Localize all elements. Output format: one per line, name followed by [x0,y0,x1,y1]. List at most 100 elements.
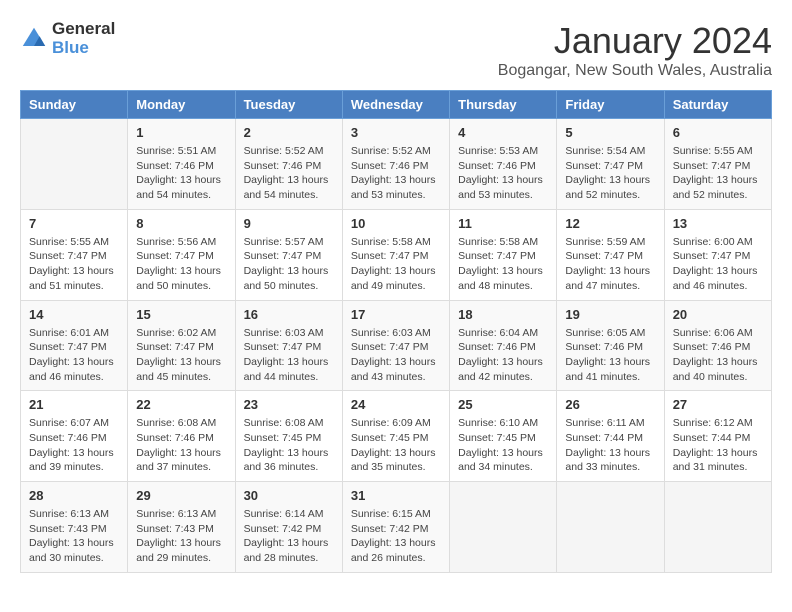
day-number: 14 [29,307,119,322]
day-of-week-header: Sunday [21,91,128,119]
calendar-cell: 14Sunrise: 6:01 AM Sunset: 7:47 PM Dayli… [21,300,128,391]
day-info: Sunrise: 6:04 AM Sunset: 7:46 PM Dayligh… [458,326,548,385]
day-number: 28 [29,488,119,503]
calendar-cell: 17Sunrise: 6:03 AM Sunset: 7:47 PM Dayli… [342,300,449,391]
day-number: 21 [29,397,119,412]
calendar-cell: 29Sunrise: 6:13 AM Sunset: 7:43 PM Dayli… [128,482,235,573]
day-info: Sunrise: 5:52 AM Sunset: 7:46 PM Dayligh… [244,144,334,203]
day-number: 30 [244,488,334,503]
title-block: January 2024 Bogangar, New South Wales, … [498,20,772,80]
calendar-cell: 26 Sunrise: 6:11 AM Sunset: 7:44 PM Dayli… [557,391,664,482]
logo-icon [20,25,48,53]
calendar-cell: 13Sunrise: 6:00 AM Sunset: 7:47 PM Dayli… [664,209,771,300]
day-number: 26 [565,397,655,412]
day-number: 27 [673,397,763,412]
calendar-week-row: 28 Sunrise: 6:13 AM Sunset: 7:43 PM Dayli… [21,482,772,573]
day-info: Sunrise: 6:00 AM Sunset: 7:47 PM Dayligh… [673,235,763,294]
day-info: Sunrise: 5:58 AM Sunset: 7:47 PM Dayligh… [351,235,441,294]
page-header: General Blue January 2024 Bogangar, New … [20,20,772,80]
calendar-cell: 3 Sunrise: 5:52 AM Sunset: 7:46 PM Daylig… [342,119,449,210]
day-info: Sunrise: 6:09 AM Sunset: 7:45 PM Dayligh… [351,416,441,475]
day-number: 10 [351,216,441,231]
day-info: Sunrise: 5:56 AM Sunset: 7:47 PM Dayligh… [136,235,226,294]
day-info: Sunrise: 5:55 AM Sunset: 7:47 PM Dayligh… [673,144,763,203]
day-number: 9 [244,216,334,231]
calendar-week-row: 1Sunrise: 5:51 AM Sunset: 7:46 PM Daylig… [21,119,772,210]
day-number: 25 [458,397,548,412]
day-info: Sunrise: 5:57 AM Sunset: 7:47 PM Dayligh… [244,235,334,294]
day-number: 18 [458,307,548,322]
calendar-cell: 10 Sunrise: 5:58 AM Sunset: 7:47 PM Dayli… [342,209,449,300]
calendar-week-row: 14Sunrise: 6:01 AM Sunset: 7:47 PM Dayli… [21,300,772,391]
day-number: 5 [565,125,655,140]
day-info: Sunrise: 5:55 AM Sunset: 7:47 PM Dayligh… [29,235,119,294]
day-info: Sunrise: 6:14 AM Sunset: 7:42 PM Dayligh… [244,507,334,566]
day-number: 31 [351,488,441,503]
day-info: Sunrise: 6:06 AM Sunset: 7:46 PM Dayligh… [673,326,763,385]
calendar-week-row: 21 Sunrise: 6:07 AM Sunset: 7:46 PM Dayli… [21,391,772,482]
day-number: 11 [458,216,548,231]
day-number: 1 [136,125,226,140]
day-info: Sunrise: 5:52 AM Sunset: 7:46 PM Dayligh… [351,144,441,203]
calendar-cell: 22 Sunrise: 6:08 AM Sunset: 7:46 PM Dayli… [128,391,235,482]
day-of-week-header: Wednesday [342,91,449,119]
day-info: Sunrise: 5:54 AM Sunset: 7:47 PM Dayligh… [565,144,655,203]
calendar-cell: 8 Sunrise: 5:56 AM Sunset: 7:47 PM Daylig… [128,209,235,300]
calendar-cell: 19 Sunrise: 6:05 AM Sunset: 7:46 PM Dayli… [557,300,664,391]
calendar-cell: 25 Sunrise: 6:10 AM Sunset: 7:45 PM Dayli… [450,391,557,482]
calendar-cell [21,119,128,210]
day-number: 3 [351,125,441,140]
day-info: Sunrise: 6:03 AM Sunset: 7:47 PM Dayligh… [244,326,334,385]
day-info: Sunrise: 6:08 AM Sunset: 7:46 PM Dayligh… [136,416,226,475]
logo-blue: Blue [52,39,115,58]
calendar-cell [664,482,771,573]
calendar-cell: 24Sunrise: 6:09 AM Sunset: 7:45 PM Dayli… [342,391,449,482]
calendar-cell: 5 Sunrise: 5:54 AM Sunset: 7:47 PM Daylig… [557,119,664,210]
day-info: Sunrise: 6:11 AM Sunset: 7:44 PM Dayligh… [565,416,655,475]
day-info: Sunrise: 6:02 AM Sunset: 7:47 PM Dayligh… [136,326,226,385]
calendar-cell: 9 Sunrise: 5:57 AM Sunset: 7:47 PM Daylig… [235,209,342,300]
calendar-cell: 1Sunrise: 5:51 AM Sunset: 7:46 PM Daylig… [128,119,235,210]
day-number: 12 [565,216,655,231]
day-number: 20 [673,307,763,322]
calendar-cell: 31Sunrise: 6:15 AM Sunset: 7:42 PM Dayli… [342,482,449,573]
day-info: Sunrise: 6:13 AM Sunset: 7:43 PM Dayligh… [136,507,226,566]
calendar-table: SundayMondayTuesdayWednesdayThursdayFrid… [20,90,772,573]
day-number: 22 [136,397,226,412]
day-number: 19 [565,307,655,322]
calendar-cell: 7 Sunrise: 5:55 AM Sunset: 7:47 PM Daylig… [21,209,128,300]
calendar-cell: 30 Sunrise: 6:14 AM Sunset: 7:42 PM Dayli… [235,482,342,573]
day-info: Sunrise: 6:05 AM Sunset: 7:46 PM Dayligh… [565,326,655,385]
calendar-cell: 15Sunrise: 6:02 AM Sunset: 7:47 PM Dayli… [128,300,235,391]
calendar-cell: 28Sunrise: 6:13 AM Sunset: 7:43 PM Dayli… [21,482,128,573]
calendar-cell: 4Sunrise: 5:53 AM Sunset: 7:46 PM Daylig… [450,119,557,210]
day-number: 6 [673,125,763,140]
calendar-cell: 18 Sunrise: 6:04 AM Sunset: 7:46 PM Dayli… [450,300,557,391]
logo: General Blue [20,20,115,57]
calendar-cell [557,482,664,573]
calendar-cell: 21 Sunrise: 6:07 AM Sunset: 7:46 PM Dayli… [21,391,128,482]
day-of-week-header: Thursday [450,91,557,119]
day-info: Sunrise: 5:53 AM Sunset: 7:46 PM Dayligh… [458,144,548,203]
day-header-row: SundayMondayTuesdayWednesdayThursdayFrid… [21,91,772,119]
calendar-cell: 20 Sunrise: 6:06 AM Sunset: 7:46 PM Dayli… [664,300,771,391]
month-title: January 2024 [498,20,772,62]
day-info: Sunrise: 6:10 AM Sunset: 7:45 PM Dayligh… [458,416,548,475]
day-number: 16 [244,307,334,322]
calendar-cell: 16 Sunrise: 6:03 AM Sunset: 7:47 PM Dayli… [235,300,342,391]
day-number: 8 [136,216,226,231]
logo-general: General [52,20,115,39]
day-info: Sunrise: 5:59 AM Sunset: 7:47 PM Dayligh… [565,235,655,294]
day-number: 2 [244,125,334,140]
day-info: Sunrise: 6:07 AM Sunset: 7:46 PM Dayligh… [29,416,119,475]
calendar-cell: 2 Sunrise: 5:52 AM Sunset: 7:46 PM Daylig… [235,119,342,210]
day-info: Sunrise: 6:08 AM Sunset: 7:45 PM Dayligh… [244,416,334,475]
day-number: 7 [29,216,119,231]
calendar-week-row: 7 Sunrise: 5:55 AM Sunset: 7:47 PM Daylig… [21,209,772,300]
day-number: 17 [351,307,441,322]
calendar-cell: 6 Sunrise: 5:55 AM Sunset: 7:47 PM Daylig… [664,119,771,210]
day-info: Sunrise: 5:58 AM Sunset: 7:47 PM Dayligh… [458,235,548,294]
day-of-week-header: Friday [557,91,664,119]
calendar-cell: 12 Sunrise: 5:59 AM Sunset: 7:47 PM Dayli… [557,209,664,300]
calendar-cell: 27Sunrise: 6:12 AM Sunset: 7:44 PM Dayli… [664,391,771,482]
